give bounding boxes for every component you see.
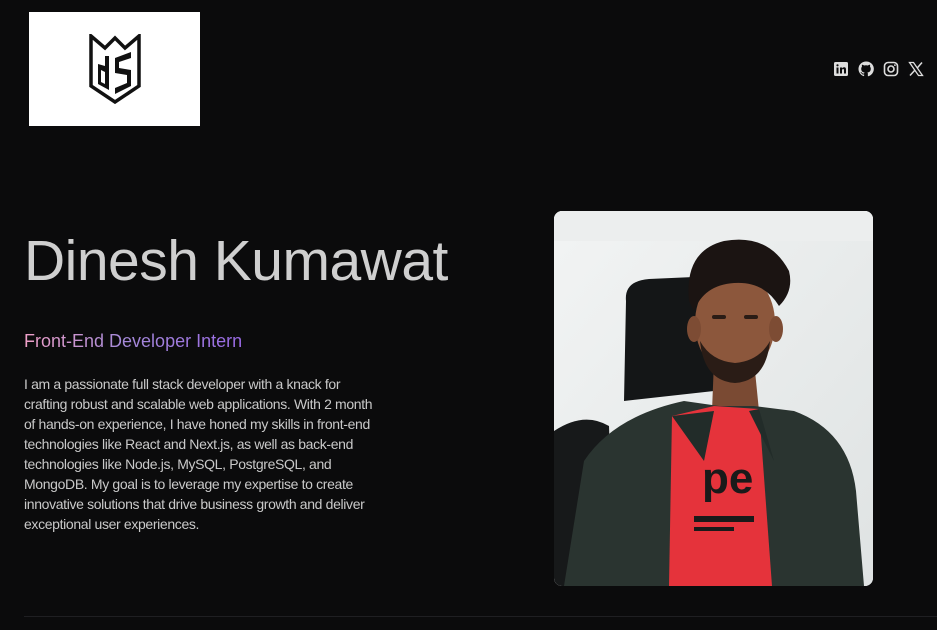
- profile-photo: pe: [554, 211, 873, 586]
- instagram-icon: [883, 61, 899, 77]
- linkedin-icon: [834, 62, 848, 76]
- site-logo-link[interactable]: [29, 12, 200, 126]
- hero-role: Front-End Developer Intern: [24, 331, 243, 351]
- svg-text:pe: pe: [702, 454, 753, 503]
- x-icon: [908, 61, 924, 77]
- github-link[interactable]: [858, 61, 874, 77]
- linkedin-link[interactable]: [833, 61, 849, 77]
- section-divider: [24, 616, 937, 617]
- hero-name: Dinesh Kumawat: [24, 229, 448, 293]
- hero-bio: I am a passionate full stack developer w…: [24, 376, 373, 532]
- instagram-link[interactable]: [883, 61, 899, 77]
- github-icon: [858, 61, 874, 77]
- social-links: [833, 61, 924, 77]
- ds-monogram-logo-icon: [88, 34, 141, 104]
- portfolio-page: Dinesh Kumawat Front-End Developer Inter…: [0, 0, 937, 630]
- profile-photo-illustration: pe: [554, 211, 873, 586]
- x-link[interactable]: [908, 61, 924, 77]
